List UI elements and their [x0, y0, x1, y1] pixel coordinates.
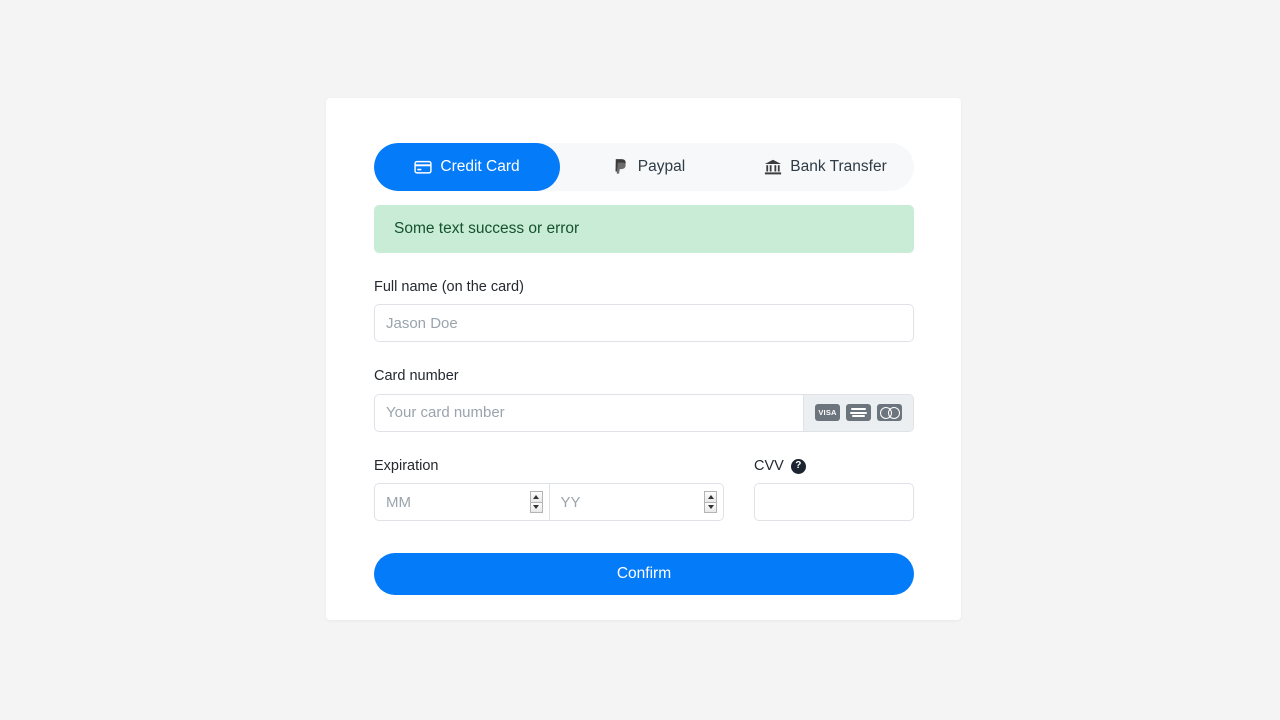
question-mark-icon[interactable]: ? [790, 458, 806, 474]
tab-bank-transfer-label: Bank Transfer [790, 158, 887, 176]
full-name-input[interactable] [374, 304, 914, 343]
expiration-year-stepper-down[interactable] [704, 501, 717, 514]
paypal-icon [612, 158, 630, 176]
tab-credit-card[interactable]: Credit Card [374, 143, 560, 191]
bank-icon [764, 158, 782, 176]
payment-card-panel: Credit Card Paypal Bank Transfer Some te… [326, 98, 961, 620]
expiration-year-wrap [548, 484, 723, 521]
card-number-field-group: Card number VISA [374, 368, 914, 432]
visa-icon: VISA [815, 404, 840, 422]
card-brand-badges: VISA [803, 394, 913, 431]
full-name-label: Full name (on the card) [374, 279, 524, 295]
expiration-month-stepper-up[interactable] [529, 491, 543, 502]
card-number-input[interactable] [375, 394, 803, 431]
cvv-label: CVV [754, 457, 784, 474]
credit-card-icon [414, 158, 433, 176]
tab-paypal-label: Paypal [637, 158, 686, 176]
payment-form: Credit Card Paypal Bank Transfer Some te… [374, 143, 914, 596]
expiration-input-group [374, 483, 724, 522]
full-name-field-group: Full name (on the card) [374, 279, 914, 343]
cvv-input[interactable] [754, 483, 914, 522]
expiration-month-stepper-down[interactable] [529, 501, 543, 514]
expiration-field-group: Expiration [374, 457, 724, 522]
expiration-year-stepper[interactable] [704, 491, 717, 514]
card-number-input-group: VISA [374, 393, 914, 432]
cvv-field-group: CVV ? [754, 458, 914, 522]
mastercard-icon [877, 404, 902, 422]
status-alert: Some text success or error [374, 205, 914, 253]
confirm-button[interactable]: Confirm [374, 553, 914, 596]
payment-method-tabs: Credit Card Paypal Bank Transfer [374, 143, 914, 191]
expiration-month-wrap [375, 484, 549, 521]
status-alert-text: Some text success or error [394, 220, 580, 237]
expiration-month-input[interactable] [375, 484, 549, 521]
amex-icon [846, 404, 871, 422]
page-background: Credit Card Paypal Bank Transfer Some te… [0, 0, 1280, 720]
cvv-label-row: CVV ? [754, 458, 914, 475]
tab-paypal[interactable]: Paypal [560, 143, 737, 191]
expiration-month-stepper[interactable] [529, 491, 543, 514]
tab-credit-card-label: Credit Card [440, 158, 520, 176]
visa-icon-label: VISA [818, 408, 837, 418]
card-number-label: Card number [374, 368, 459, 385]
expiration-year-stepper-up[interactable] [704, 491, 717, 502]
expiration-label: Expiration [374, 457, 439, 474]
tab-bank-transfer[interactable]: Bank Transfer [737, 143, 914, 191]
expiration-cvv-row: Expiration MM YY CVV ? [374, 457, 914, 522]
expiration-year-input[interactable] [549, 484, 723, 521]
